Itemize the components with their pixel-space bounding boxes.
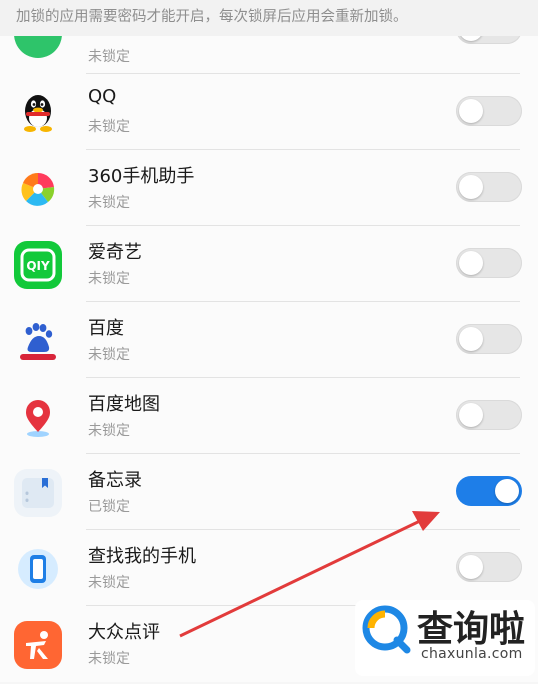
toggle-knob bbox=[495, 479, 519, 503]
app-name: 百度地图 bbox=[88, 394, 160, 415]
watermark-url: chaxunla.com bbox=[421, 646, 523, 662]
toggle-knob bbox=[459, 251, 483, 275]
svg-text:QIY: QIY bbox=[26, 259, 50, 273]
toggle-knob bbox=[459, 175, 483, 199]
app-status: 未锁定 bbox=[88, 651, 130, 667]
lock-toggle[interactable] bbox=[456, 552, 522, 582]
app-name: 360手机助手 bbox=[88, 166, 195, 187]
baidu-map-pin-icon bbox=[14, 393, 62, 441]
lock-toggle[interactable] bbox=[456, 324, 522, 354]
list-item[interactable]: 备忘录 已锁定 bbox=[0, 454, 538, 530]
toggle-knob bbox=[459, 99, 483, 123]
lock-toggle[interactable] bbox=[456, 248, 522, 278]
app-status: 未锁定 bbox=[88, 195, 130, 211]
360-assistant-icon bbox=[14, 165, 62, 213]
app-status: 未锁定 bbox=[88, 271, 130, 287]
toggle-knob bbox=[459, 555, 483, 579]
list-item[interactable]: 查找我的手机 未锁定 bbox=[0, 530, 538, 606]
toggle-knob bbox=[459, 36, 483, 41]
lock-toggle[interactable] bbox=[456, 172, 522, 202]
watermark: 查询啦 chaxunla.com bbox=[355, 600, 535, 676]
app-name: 查找我的手机 bbox=[88, 546, 196, 567]
green-app-icon bbox=[14, 36, 62, 58]
app-lock-list: 未锁定 QQ 未锁定 360手机助手 未锁定 QIY 爱奇艺 未锁定 百度 未锁… bbox=[0, 36, 538, 682]
list-item[interactable]: QQ 未锁定 bbox=[0, 74, 538, 150]
notes-icon bbox=[14, 469, 62, 517]
app-status: 未锁定 bbox=[88, 575, 130, 591]
qq-penguin-icon bbox=[14, 89, 62, 137]
toggle-knob bbox=[459, 403, 483, 427]
app-status: 未锁定 bbox=[88, 49, 130, 65]
lock-toggle[interactable] bbox=[456, 96, 522, 126]
watermark-name: 查询啦 bbox=[417, 609, 526, 650]
app-status: 未锁定 bbox=[88, 423, 130, 439]
list-item[interactable]: 未锁定 bbox=[0, 36, 538, 74]
list-item[interactable]: QIY 爱奇艺 未锁定 bbox=[0, 226, 538, 302]
list-item[interactable]: 百度 未锁定 bbox=[0, 302, 538, 378]
app-name: 大众点评 bbox=[88, 622, 160, 643]
toggle-knob bbox=[459, 327, 483, 351]
lock-notice: 加锁的应用需要密码才能开启，每次锁屏后应用会重新加锁。 bbox=[0, 0, 538, 36]
app-name: QQ bbox=[88, 86, 117, 107]
app-status: 未锁定 bbox=[88, 119, 130, 135]
lock-notice-text: 加锁的应用需要密码才能开启，每次锁屏后应用会重新加锁。 bbox=[16, 9, 408, 25]
list-item[interactable]: 百度地图 未锁定 bbox=[0, 378, 538, 454]
baidu-paw-icon bbox=[14, 317, 62, 365]
find-my-phone-icon bbox=[14, 545, 62, 593]
iqiyi-icon: QIY bbox=[14, 241, 62, 289]
app-name: 爱奇艺 bbox=[88, 242, 142, 263]
search-logo-icon bbox=[362, 605, 411, 654]
app-status: 已锁定 bbox=[88, 499, 130, 515]
app-status: 未锁定 bbox=[88, 347, 130, 363]
list-item[interactable]: 360手机助手 未锁定 bbox=[0, 150, 538, 226]
app-name: 备忘录 bbox=[88, 470, 142, 491]
lock-toggle[interactable] bbox=[456, 476, 522, 506]
lock-toggle[interactable] bbox=[456, 400, 522, 430]
app-name: 百度 bbox=[88, 318, 124, 339]
dianping-icon bbox=[14, 621, 62, 669]
lock-toggle[interactable] bbox=[456, 36, 522, 44]
